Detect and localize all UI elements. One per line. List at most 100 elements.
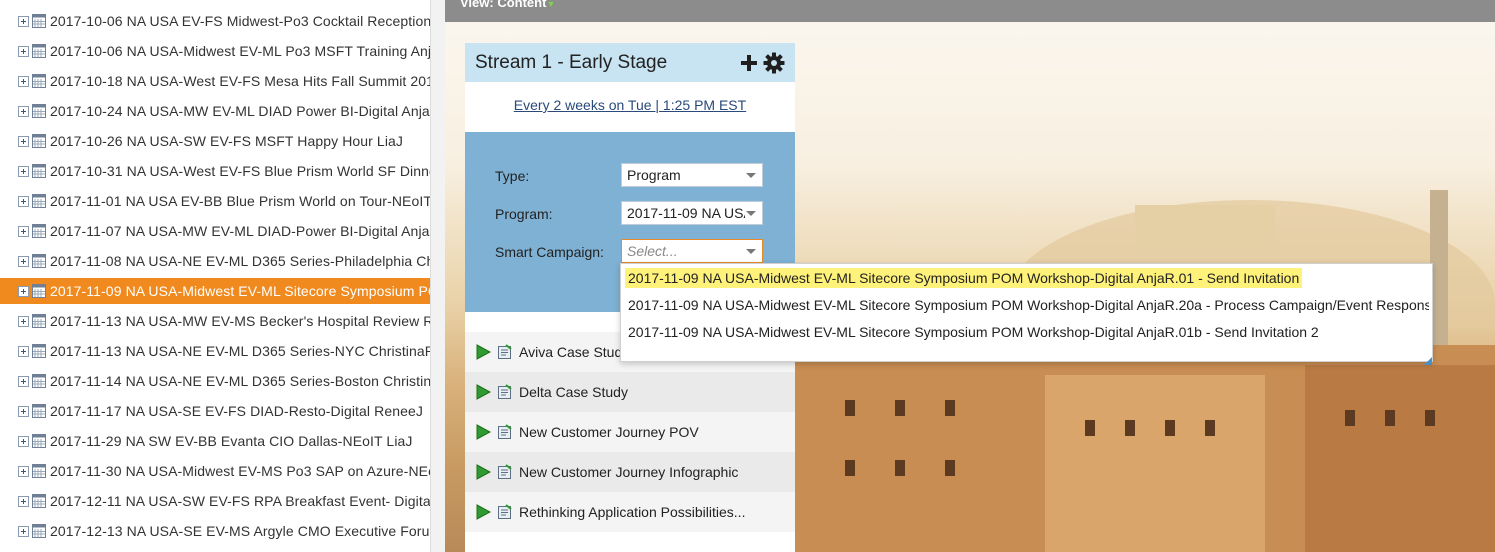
content-item[interactable]: Delta Case Study bbox=[465, 372, 795, 413]
calendar-program-icon bbox=[32, 404, 46, 418]
type-select[interactable]: Program bbox=[621, 163, 763, 187]
expand-icon[interactable] bbox=[18, 345, 29, 357]
content-item[interactable]: New Customer Journey Infographic bbox=[465, 452, 795, 493]
schedule-area: Every 2 weeks on Tue | 1:25 PM EST bbox=[465, 82, 795, 132]
view-label: View: Content bbox=[460, 0, 547, 10]
tree-item[interactable]: 2017-12-13 NA USA-SE EV-MS Argyle CMO Ex… bbox=[0, 518, 430, 544]
chevron-down-icon bbox=[746, 211, 756, 216]
background-window bbox=[1385, 410, 1395, 426]
tree-item[interactable]: 2017-10-31 NA USA-West EV-FS Blue Prism … bbox=[0, 158, 430, 184]
document-icon bbox=[498, 464, 512, 479]
document-icon bbox=[498, 384, 512, 399]
background-window bbox=[1425, 410, 1435, 426]
expand-icon[interactable] bbox=[18, 45, 29, 57]
tree-item-label: 2017-11-13 NA USA-MW EV-MS Becker's Hosp… bbox=[50, 313, 430, 329]
dropdown-option[interactable]: 2017-11-09 NA USA-Midwest EV-ML Sitecore… bbox=[625, 295, 1429, 315]
tree-item-label: 2017-12-13 NA USA-SE EV-MS Argyle CMO Ex… bbox=[50, 523, 430, 539]
content-item-label: Rethinking Application Possibilities... bbox=[519, 504, 746, 520]
expand-icon[interactable] bbox=[18, 285, 29, 297]
play-icon[interactable] bbox=[475, 344, 491, 360]
expand-icon[interactable] bbox=[18, 435, 29, 447]
play-icon[interactable] bbox=[475, 504, 491, 520]
background-window bbox=[895, 400, 905, 416]
calendar-program-icon bbox=[32, 524, 46, 538]
calendar-program-icon bbox=[32, 464, 46, 478]
tree-item[interactable]: 2017-11-17 NA USA-SE EV-FS DIAD-Resto-Di… bbox=[0, 398, 430, 424]
dropdown-option-highlighted[interactable]: 2017-11-09 NA USA-Midwest EV-ML Sitecore… bbox=[625, 268, 1303, 288]
resize-handle-icon[interactable] bbox=[1424, 357, 1432, 365]
panel-splitter[interactable] bbox=[430, 0, 446, 552]
background-window bbox=[945, 460, 955, 476]
expand-icon[interactable] bbox=[18, 105, 29, 117]
calendar-program-icon bbox=[32, 374, 46, 388]
content-item[interactable]: Rethinking Application Possibilities... bbox=[465, 492, 795, 533]
tree-item-label: 2017-11-07 NA USA-MW EV-ML DIAD-Power BI… bbox=[50, 223, 430, 239]
expand-icon[interactable] bbox=[18, 195, 29, 207]
expand-icon[interactable] bbox=[18, 15, 29, 27]
background-window bbox=[1205, 420, 1215, 436]
cadence-schedule-link[interactable]: Every 2 weeks on Tue | 1:25 PM EST bbox=[465, 97, 795, 113]
expand-icon[interactable] bbox=[18, 75, 29, 87]
calendar-program-icon bbox=[32, 494, 46, 508]
tree-item[interactable]: 2017-11-29 NA SW EV-BB Evanta CIO Dallas… bbox=[0, 428, 430, 454]
view-selector[interactable]: View: Content▼ bbox=[460, 0, 555, 10]
expand-icon[interactable] bbox=[18, 315, 29, 327]
program-select-value: 2017-11-09 NA USA-Midwest EV-ML Sitecore… bbox=[627, 205, 745, 221]
background-window bbox=[945, 400, 955, 416]
tree-item-label: 2017-11-09 NA USA-Midwest EV-ML Sitecore… bbox=[50, 283, 430, 299]
document-icon bbox=[498, 344, 512, 359]
calendar-program-icon bbox=[32, 254, 46, 268]
program-select[interactable]: 2017-11-09 NA USA-Midwest EV-ML Sitecore… bbox=[621, 201, 763, 225]
plus-icon[interactable] bbox=[739, 53, 759, 73]
content-item[interactable]: New Customer Journey POV bbox=[465, 412, 795, 453]
smart-campaign-select[interactable]: Select... bbox=[621, 239, 763, 263]
play-icon[interactable] bbox=[475, 384, 491, 400]
expand-icon[interactable] bbox=[18, 225, 29, 237]
tree-item-selected[interactable]: 2017-11-09 NA USA-Midwest EV-ML Sitecore… bbox=[0, 278, 430, 304]
tree-item[interactable]: 2017-11-13 NA USA-MW EV-MS Becker's Hosp… bbox=[0, 308, 430, 334]
tree-item-label: 2017-10-06 NA USA EV-FS Midwest-Po3 Cock… bbox=[50, 13, 430, 29]
tree-item[interactable]: 2017-11-01 NA USA EV-BB Blue Prism World… bbox=[0, 188, 430, 214]
expand-icon[interactable] bbox=[18, 135, 29, 147]
play-icon[interactable] bbox=[475, 464, 491, 480]
gear-icon[interactable] bbox=[763, 52, 785, 74]
tree-item-label: 2017-11-14 NA USA-NE EV-ML D365 Series-B… bbox=[50, 373, 430, 389]
tree-item[interactable]: 2017-11-14 NA USA-NE EV-ML D365 Series-B… bbox=[0, 368, 430, 394]
tree-item[interactable]: 2017-10-18 NA USA-West EV-FS Mesa Hits F… bbox=[0, 68, 430, 94]
expand-icon[interactable] bbox=[18, 375, 29, 387]
tree-item[interactable]: 2017-10-06 NA USA EV-FS Midwest-Po3 Cock… bbox=[0, 8, 430, 34]
expand-icon[interactable] bbox=[18, 495, 29, 507]
content-item-label: New Customer Journey Infographic bbox=[519, 464, 739, 480]
background-window bbox=[1165, 420, 1175, 436]
calendar-program-icon bbox=[32, 194, 46, 208]
tree-item-label: 2017-11-30 NA USA-Midwest EV-MS Po3 SAP … bbox=[50, 463, 430, 479]
chevron-down-icon bbox=[746, 173, 756, 178]
expand-icon[interactable] bbox=[18, 165, 29, 177]
tree-item[interactable]: 2017-11-30 NA USA-Midwest EV-MS Po3 SAP … bbox=[0, 458, 430, 484]
expand-icon[interactable] bbox=[18, 255, 29, 267]
smart-campaign-label: Smart Campaign: bbox=[495, 244, 604, 260]
tree-item[interactable]: 2017-10-24 NA USA-MW EV-ML DIAD Power BI… bbox=[0, 98, 430, 124]
expand-icon[interactable] bbox=[18, 465, 29, 477]
calendar-program-icon bbox=[32, 44, 46, 58]
play-icon[interactable] bbox=[475, 424, 491, 440]
tree-item-label: 2017-10-18 NA USA-West EV-FS Mesa Hits F… bbox=[50, 73, 430, 89]
background-window bbox=[845, 460, 855, 476]
calendar-program-icon bbox=[32, 74, 46, 88]
dropdown-option[interactable]: 2017-11-09 NA USA-Midwest EV-ML Sitecore… bbox=[625, 322, 1322, 342]
tree-item-label: 2017-12-11 NA USA-SW EV-FS RPA Breakfast… bbox=[50, 493, 430, 509]
tree-item[interactable]: 2017-11-13 NA USA-NE EV-ML D365 Series-N… bbox=[0, 338, 430, 364]
tree-item[interactable]: 2017-11-08 NA USA-NE EV-ML D365 Series-P… bbox=[0, 248, 430, 274]
stream-header: Stream 1 - Early Stage bbox=[465, 43, 795, 82]
background-window bbox=[1125, 420, 1135, 436]
content-item-label: New Customer Journey POV bbox=[519, 424, 699, 440]
calendar-program-icon bbox=[32, 134, 46, 148]
tree-item[interactable]: 2017-10-06 NA USA-Midwest EV-ML Po3 MSFT… bbox=[0, 38, 430, 64]
chevron-down-icon: ▼ bbox=[546, 0, 556, 9]
expand-icon[interactable] bbox=[18, 525, 29, 537]
tree-item[interactable]: 2017-12-11 NA USA-SW EV-FS RPA Breakfast… bbox=[0, 488, 430, 514]
tree-item[interactable]: 2017-10-26 NA USA-SW EV-FS MSFT Happy Ho… bbox=[0, 128, 430, 154]
expand-icon[interactable] bbox=[18, 405, 29, 417]
tree-item[interactable]: 2017-11-07 NA USA-MW EV-ML DIAD-Power BI… bbox=[0, 218, 430, 244]
calendar-program-icon bbox=[32, 104, 46, 118]
